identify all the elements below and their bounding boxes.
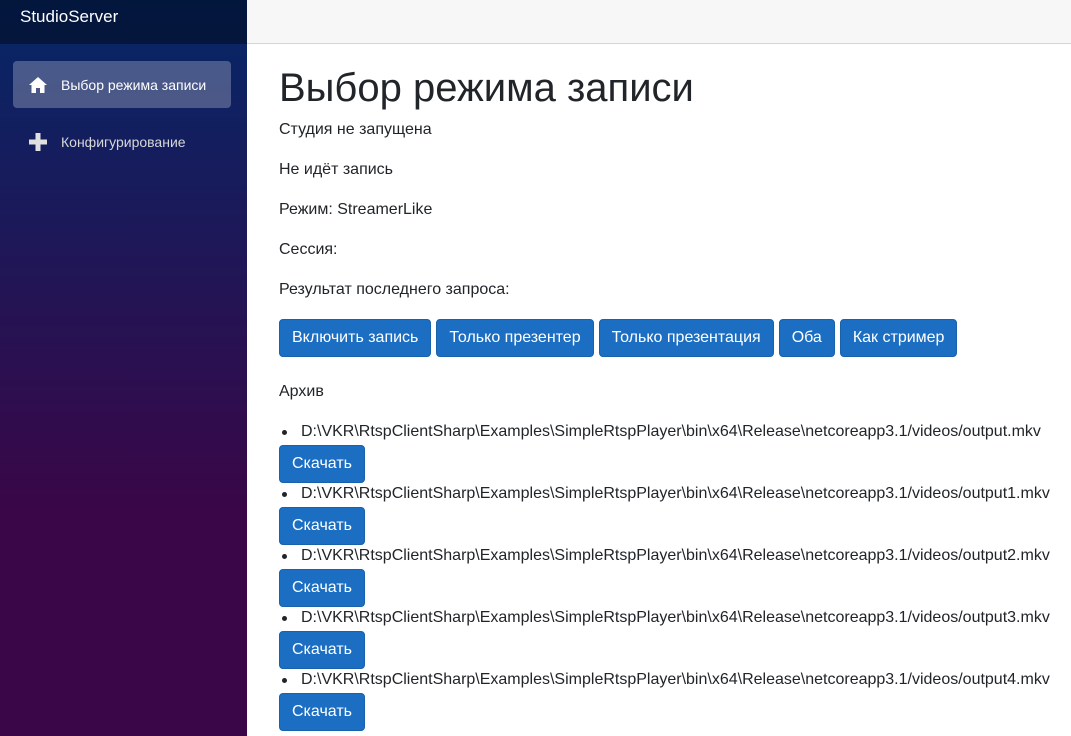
- archive-file-path: D:\VKR\RtspClientSharp\Examples\SimpleRt…: [279, 422, 1050, 442]
- sidebar-item-configuration[interactable]: Конфигурирование: [13, 118, 231, 165]
- brand-bar: StudioServer: [0, 0, 247, 44]
- bullet-icon: [282, 678, 287, 683]
- archive-file-path: D:\VKR\RtspClientSharp\Examples\SimpleRt…: [279, 484, 1050, 504]
- sidebar-item-label: Конфигурирование: [61, 133, 186, 150]
- list-item: D:\VKR\RtspClientSharp\Examples\SimpleRt…: [279, 484, 1050, 546]
- session-status: Сессия:: [279, 241, 338, 258]
- top-row: [247, 0, 1071, 44]
- mode-status: Режим: StreamerLike: [279, 201, 433, 218]
- archive-file-path: D:\VKR\RtspClientSharp\Examples\SimpleRt…: [279, 546, 1050, 566]
- mode-button-group: Включить запись Только презентер Только …: [279, 319, 958, 357]
- archive-list: D:\VKR\RtspClientSharp\Examples\SimpleRt…: [279, 422, 1050, 732]
- bullet-icon: [282, 430, 287, 435]
- presenter-only-button[interactable]: Только презентер: [436, 319, 594, 357]
- sidebar-item-label: Выбор режима записи: [61, 76, 207, 93]
- presentation-only-button[interactable]: Только презентация: [598, 319, 774, 357]
- download-button[interactable]: Скачать: [279, 693, 365, 731]
- list-item: D:\VKR\RtspClientSharp\Examples\SimpleRt…: [279, 608, 1050, 670]
- file-path-text: D:\VKR\RtspClientSharp\Examples\SimpleRt…: [301, 671, 1050, 688]
- archive-title: Архив: [279, 383, 324, 400]
- bullet-icon: [282, 616, 287, 621]
- list-item: D:\VKR\RtspClientSharp\Examples\SimpleRt…: [279, 670, 1050, 732]
- bullet-icon: [282, 554, 287, 559]
- recording-status: Не идёт запись: [279, 161, 394, 178]
- enable-recording-button[interactable]: Включить запись: [279, 319, 432, 357]
- sidebar-nav: Выбор режима записи Конфигурирование: [0, 44, 247, 165]
- last-request-result: Результат последнего запроса:: [279, 281, 510, 298]
- studio-status: Студия не запущена: [279, 121, 432, 138]
- sidebar-item-recording-mode[interactable]: Выбор режима записи: [13, 61, 231, 108]
- archive-file-path: D:\VKR\RtspClientSharp\Examples\SimpleRt…: [279, 670, 1050, 690]
- file-path-text: D:\VKR\RtspClientSharp\Examples\SimpleRt…: [301, 423, 1041, 440]
- archive-file-path: D:\VKR\RtspClientSharp\Examples\SimpleRt…: [279, 608, 1050, 628]
- page-title: Выбор режима записи: [279, 66, 694, 110]
- main-content: Выбор режима записи Студия не запущена Н…: [279, 44, 1059, 731]
- file-path-text: D:\VKR\RtspClientSharp\Examples\SimpleRt…: [301, 547, 1050, 564]
- app-root: StudioServer Выбор режима записи Конфигу…: [0, 0, 1071, 736]
- brand-link[interactable]: StudioServer: [20, 7, 118, 27]
- download-button[interactable]: Скачать: [279, 569, 365, 607]
- file-path-text: D:\VKR\RtspClientSharp\Examples\SimpleRt…: [301, 485, 1050, 502]
- plus-icon: [28, 132, 48, 152]
- both-button[interactable]: Оба: [778, 319, 835, 357]
- bullet-icon: [282, 492, 287, 497]
- download-button[interactable]: Скачать: [279, 631, 365, 669]
- list-item: D:\VKR\RtspClientSharp\Examples\SimpleRt…: [279, 422, 1050, 484]
- download-button[interactable]: Скачать: [279, 445, 365, 483]
- list-item: D:\VKR\RtspClientSharp\Examples\SimpleRt…: [279, 546, 1050, 608]
- file-path-text: D:\VKR\RtspClientSharp\Examples\SimpleRt…: [301, 609, 1050, 626]
- sidebar: StudioServer Выбор режима записи Конфигу…: [0, 0, 247, 736]
- home-icon: [28, 75, 48, 95]
- download-button[interactable]: Скачать: [279, 507, 365, 545]
- as-streamer-button[interactable]: Как стример: [839, 319, 958, 357]
